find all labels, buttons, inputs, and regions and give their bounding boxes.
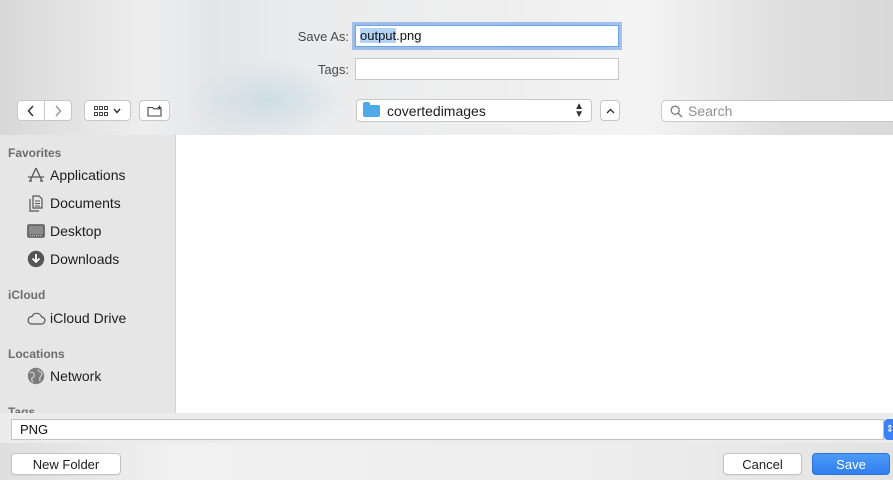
documents-icon: [26, 194, 46, 212]
sidebar: Favorites Applications Documents Desktop…: [0, 135, 176, 413]
format-popup-arrows-icon[interactable]: ⇕: [884, 419, 893, 440]
folder-icon: [363, 101, 380, 117]
sidebar-heading-favorites: Favorites: [8, 146, 62, 160]
sidebar-item-label: Network: [50, 368, 102, 384]
format-selector[interactable]: PNG: [11, 419, 884, 440]
sidebar-item-downloads[interactable]: Downloads: [26, 248, 119, 270]
new-folder-toolbar-button[interactable]: [139, 100, 170, 121]
sidebar-item-label: iCloud Drive: [50, 310, 127, 326]
save-as-label: Save As:: [297, 29, 349, 44]
nav-back-forward: [17, 100, 72, 121]
chevron-left-icon: [27, 104, 34, 117]
globe-icon: [26, 367, 46, 385]
search-placeholder: Search: [688, 103, 733, 119]
dialog-footer: New Folder Cancel Save: [0, 443, 893, 480]
back-button[interactable]: [18, 101, 44, 120]
collapse-expand-button[interactable]: [600, 100, 620, 121]
search-input[interactable]: Search: [661, 100, 893, 122]
sidebar-heading-locations: Locations: [8, 347, 65, 361]
view-options-button[interactable]: [84, 100, 131, 121]
file-browser-area[interactable]: [176, 135, 893, 413]
sidebar-heading-icloud: iCloud: [8, 288, 46, 302]
cancel-button[interactable]: Cancel: [723, 453, 802, 475]
new-folder-icon: [146, 105, 162, 117]
tags-label: Tags:: [317, 62, 349, 77]
sidebar-item-label: Downloads: [50, 251, 120, 267]
applications-icon: [26, 166, 46, 184]
chevron-right-icon: [55, 104, 62, 117]
desktop-icon: [26, 222, 46, 240]
save-as-extension-text: .png: [396, 28, 422, 43]
format-row: PNG ⇕: [0, 413, 893, 443]
save-as-input[interactable]: output.png: [355, 25, 619, 47]
dialog-header: Save As: output.png Tags: covertedimages…: [0, 0, 893, 140]
save-button[interactable]: Save: [812, 453, 890, 475]
sidebar-item-icloud-drive[interactable]: iCloud Drive: [26, 307, 126, 329]
sidebar-item-label: Documents: [50, 195, 121, 211]
folder-location-popup[interactable]: covertedimages ▲ ▼: [356, 99, 592, 122]
grid-view-icon: [94, 105, 108, 116]
sidebar-item-label: Desktop: [50, 223, 102, 239]
save-as-selected-text: output: [360, 28, 397, 43]
chevron-up-icon: [606, 108, 614, 113]
new-folder-button[interactable]: New Folder: [11, 453, 121, 475]
sidebar-item-label: Applications: [50, 167, 126, 183]
chevron-down-icon: [113, 108, 121, 114]
sidebar-item-desktop[interactable]: Desktop: [26, 220, 101, 242]
sidebar-item-network[interactable]: Network: [26, 365, 101, 387]
sidebar-heading-tags: Tags: [8, 405, 36, 413]
sidebar-item-documents[interactable]: Documents: [26, 192, 121, 214]
save-dialog: Save As: output.png Tags: covertedimages…: [0, 0, 893, 480]
sidebar-item-applications[interactable]: Applications: [26, 164, 126, 186]
downloads-icon: [26, 250, 46, 268]
forward-button[interactable]: [44, 101, 71, 120]
up-down-arrows-icon: ▲ ▼: [574, 101, 584, 120]
current-folder-name: covertedimages: [387, 102, 486, 119]
search-icon: [670, 105, 683, 117]
cloud-icon: [26, 309, 46, 327]
tags-input[interactable]: [355, 58, 619, 80]
